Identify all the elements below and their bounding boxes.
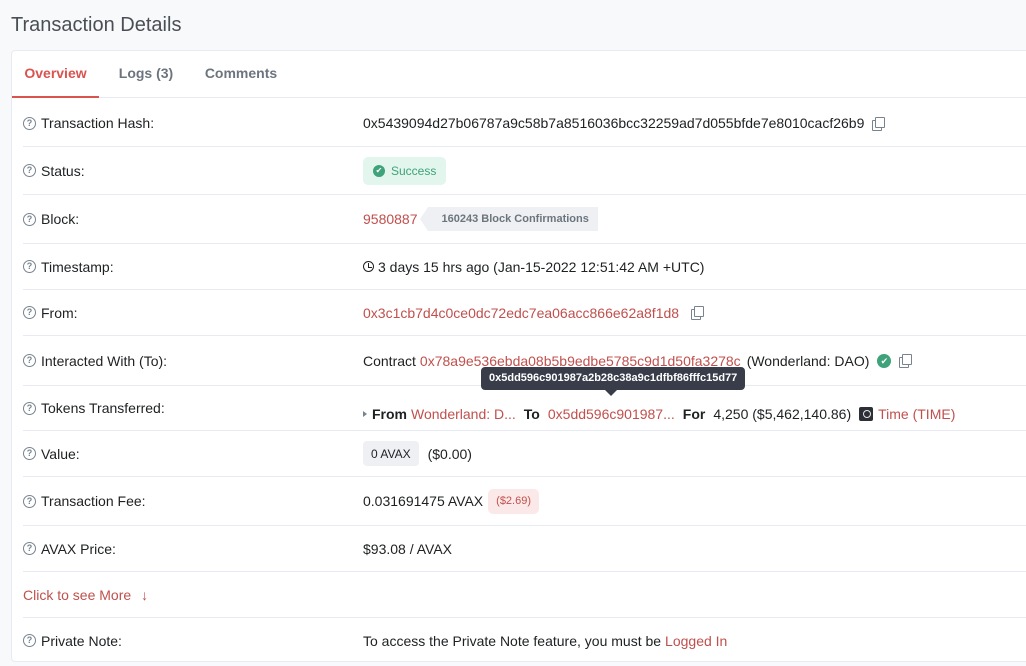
- timestamp-label: Timestamp:: [41, 258, 114, 275]
- value-label: Value:: [41, 445, 80, 462]
- token-from-link[interactable]: Wonderland: D...: [411, 406, 516, 422]
- timestamp-value: 3 days 15 hrs ago (Jan-15-2022 12:51:42 …: [378, 258, 705, 275]
- copy-icon[interactable]: [691, 306, 705, 320]
- block-confirmations-badge: 160243 Block Confirmations: [419, 207, 598, 231]
- status-value: Success: [391, 163, 437, 178]
- address-tooltip: 0x5dd596c901987a2b28c38a9c1dfbf86fffc15d…: [481, 367, 746, 396]
- help-icon[interactable]: ?: [23, 306, 36, 319]
- from-label: From:: [41, 304, 78, 321]
- transaction-fee-label: Transaction Fee:: [41, 493, 146, 509]
- check-circle-icon: ✔: [373, 164, 385, 177]
- help-icon[interactable]: ?: [23, 260, 36, 273]
- help-icon[interactable]: ?: [23, 164, 36, 177]
- token-to-link[interactable]: 0x5dd596c901987...: [548, 406, 675, 422]
- token-name-link[interactable]: Time (TIME): [878, 406, 955, 422]
- copy-icon[interactable]: [872, 116, 886, 131]
- help-icon[interactable]: ?: [23, 116, 36, 130]
- row-status: ? Status: ✔ Success: [23, 147, 1026, 195]
- row-avax-price: ? AVAX Price: $93.08 / AVAX: [23, 526, 1026, 572]
- token-to-label: To: [523, 406, 540, 422]
- page-title: Transaction Details: [11, 14, 182, 36]
- value-badge: 0 AVAX: [363, 441, 419, 466]
- see-more-label: Click to see More: [23, 586, 132, 603]
- contract-name: (Wonderland: DAO): [746, 352, 870, 369]
- row-transaction-fee: ? Transaction Fee: 0.031691475 AVAX ($2.6…: [23, 477, 1026, 526]
- tab-comments[interactable]: Comments: [198, 51, 284, 98]
- status-label: Status:: [41, 162, 85, 179]
- logged-in-link[interactable]: Logged In: [665, 633, 727, 649]
- help-icon[interactable]: ?: [23, 401, 36, 415]
- caret-right-icon: [363, 411, 367, 417]
- arrow-down-icon: ↓: [141, 586, 149, 603]
- row-tokens-transferred: ? Tokens Transferred: From Wonderland: D.…: [23, 386, 1026, 431]
- block-label: Block:: [41, 211, 80, 227]
- interacted-with-label: Interacted With (To):: [41, 352, 168, 369]
- help-icon[interactable]: ?: [23, 542, 36, 555]
- contract-prefix: Contract: [363, 352, 416, 369]
- status-badge: ✔ Success: [363, 156, 447, 185]
- from-address-link[interactable]: 0x3c1cb7d4c0ce0dc72edc7ea06acc866e62a8f1…: [363, 305, 679, 321]
- row-timestamp: ? Timestamp: 3 days 15 hrs ago (Jan-15-20…: [23, 244, 1026, 290]
- copy-icon[interactable]: [899, 354, 913, 368]
- transaction-fee-usd-badge: ($2.69): [488, 488, 540, 514]
- help-icon[interactable]: ?: [23, 354, 36, 367]
- verified-icon: ✔: [877, 353, 892, 368]
- avax-price-label: AVAX Price:: [41, 540, 116, 557]
- value-usd: ($0.00): [427, 445, 472, 462]
- help-icon[interactable]: ?: [23, 212, 36, 226]
- help-icon[interactable]: ?: [23, 634, 36, 647]
- clock-icon: [363, 261, 374, 272]
- token-from-label: From: [372, 406, 407, 422]
- transaction-hash-label: Transaction Hash:: [41, 115, 155, 131]
- tab-logs[interactable]: Logs (3): [108, 51, 184, 98]
- row-from: ? From: 0x3c1cb7d4c0ce0dc72edc7ea06acc866…: [23, 290, 1026, 336]
- private-note-text: To access the Private Note feature, you …: [363, 632, 662, 649]
- token-logo-icon: [859, 407, 874, 421]
- help-icon[interactable]: ?: [23, 447, 36, 460]
- transaction-hash-value: 0x5439094d27b06787a9c58b7a8516036bcc3225…: [363, 115, 865, 131]
- see-more-button[interactable]: Click to see More ↓: [23, 587, 148, 603]
- row-transaction-hash: ? Transaction Hash: 0x5439094d27b06787a9c…: [23, 100, 1026, 147]
- block-number-link[interactable]: 9580887: [363, 211, 418, 227]
- tab-overview[interactable]: Overview: [12, 51, 99, 98]
- transaction-card: Overview Logs (3) Comments ? Transaction …: [11, 50, 1026, 662]
- row-private-note: ? Private Note: To access the Private Not…: [23, 618, 1026, 663]
- token-amount: 4,250 ($5,462,140.86): [713, 406, 852, 422]
- token-for-label: For: [682, 406, 706, 422]
- help-icon[interactable]: ?: [23, 494, 36, 508]
- avax-price-value: $93.08 / AVAX: [363, 540, 452, 557]
- row-block: ? Block: 9580887 160243 Block Confirmatio…: [23, 195, 1026, 244]
- row-value: ? Value: 0 AVAX ($0.00): [23, 431, 1026, 477]
- tab-bar: Overview Logs (3) Comments: [12, 51, 1026, 98]
- transaction-fee-value: 0.031691475 AVAX: [363, 493, 484, 509]
- row-see-more: Click to see More ↓: [23, 572, 1026, 618]
- private-note-label: Private Note:: [41, 632, 122, 649]
- tokens-transferred-label: Tokens Transferred:: [41, 400, 165, 416]
